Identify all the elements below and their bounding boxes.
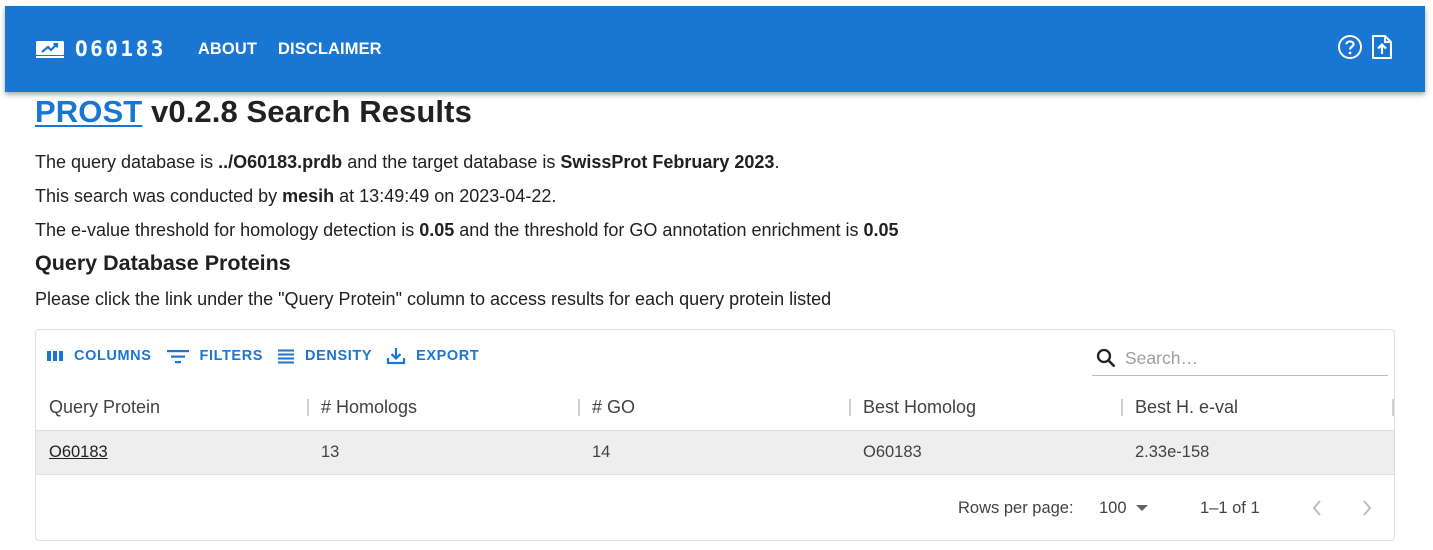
column-separator[interactable] [849, 399, 851, 416]
info-text: and the threshold for GO annotation enri… [454, 220, 864, 240]
brand-title: O60183 [75, 37, 166, 61]
next-page-button[interactable] [1355, 496, 1379, 520]
query-protein-link[interactable]: O60183 [49, 431, 108, 474]
column-header-best-homolog[interactable]: Best Homolog [863, 384, 976, 430]
threshold-info: The e-value threshold for homology detec… [35, 213, 1400, 247]
caret-down-icon [1135, 505, 1148, 511]
column-separator[interactable] [578, 399, 580, 416]
search-icon [1095, 347, 1117, 369]
export-label: EXPORT [416, 348, 480, 364]
info-text: The query database is [35, 152, 219, 172]
homologs-cell: 13 [321, 443, 340, 461]
column-separator[interactable] [1121, 399, 1123, 416]
info-text: . [774, 152, 780, 172]
info-text: and the target database is [342, 152, 561, 172]
column-separator[interactable] [1392, 399, 1394, 416]
page-title: PROST v0.2.8 Search Results [35, 93, 1400, 131]
query-proteins-grid: COLUMNS FILTERS DENSITY EXPORT Search… Q… [35, 329, 1395, 541]
best-evalue-cell: 2.33e-158 [1135, 443, 1210, 461]
prost-link[interactable]: PROST [35, 94, 142, 129]
brand-home-link[interactable]: O60183 [35, 37, 166, 61]
column-header-best-evalue[interactable]: Best H. e-val [1135, 384, 1238, 430]
previous-page-button[interactable] [1305, 496, 1329, 520]
grid-search [1092, 341, 1388, 376]
chevron-left-icon [1312, 500, 1321, 516]
section-note: Please click the link under the "Query P… [35, 289, 832, 309]
search-user: mesih [282, 186, 335, 206]
go-cell: 14 [592, 443, 611, 461]
columns-button[interactable]: COLUMNS [46, 348, 152, 364]
main-content: PROST v0.2.8 Search Results The query da… [35, 93, 1400, 317]
help-circle-icon[interactable] [1337, 34, 1363, 60]
best-homolog-cell: O60183 [863, 443, 922, 461]
nav-about[interactable]: ABOUT [198, 40, 257, 59]
filters-label: FILTERS [199, 348, 264, 364]
table-header: Query Protein # Homologs # GO Best Homol… [36, 384, 1394, 430]
rows-per-page-value: 100 [1099, 498, 1127, 517]
page-title-text: v0.2.8 Search Results [142, 94, 472, 129]
column-header-homologs[interactable]: # Homologs [321, 384, 417, 430]
density-button[interactable]: DENSITY [277, 348, 372, 364]
table-row[interactable]: O60183 13 14 O60183 2.33e-158 [36, 430, 1394, 475]
columns-icon [47, 351, 63, 361]
column-header-go[interactable]: # GO [592, 384, 635, 430]
info-text: The e-value threshold for homology detec… [35, 220, 420, 240]
info-text: This search was conducted by [35, 186, 283, 206]
nav-disclaimer[interactable]: DISCLAIMER [278, 40, 382, 59]
info-text: at 13:49:49 on 2023-04-22. [334, 186, 557, 206]
file-upload-icon[interactable] [1369, 34, 1395, 60]
pagination-range: 1–1 of 1 [1200, 499, 1260, 517]
density-icon [278, 349, 295, 364]
export-button[interactable]: EXPORT [386, 347, 479, 365]
app-bar: O60183 ABOUT DISCLAIMER [5, 6, 1425, 92]
download-icon [386, 348, 406, 365]
search-info: This search was conducted by mesih at 13… [35, 179, 1400, 213]
query-database: ../O60183.prdb [218, 152, 343, 172]
target-database: SwissProt February 2023 [560, 152, 775, 172]
grid-footer: Rows per page: 100 1–1 of 1 [36, 475, 1394, 540]
database-info: The query database is ../O60183.prdb and… [35, 145, 1400, 179]
section-title: Query Database Proteins [35, 251, 291, 275]
columns-label: COLUMNS [74, 348, 152, 364]
chart-trending-up-icon [35, 39, 65, 59]
chevron-right-icon [1363, 500, 1372, 516]
column-header-query-protein[interactable]: Query Protein [49, 384, 160, 430]
search-input[interactable] [1125, 347, 1365, 369]
go-threshold: 0.05 [863, 220, 899, 240]
evalue-threshold: 0.05 [419, 220, 455, 240]
column-separator[interactable] [307, 399, 309, 416]
rows-per-page-label: Rows per page: [958, 499, 1074, 517]
filters-button[interactable]: FILTERS [166, 347, 264, 365]
grid-toolbar: COLUMNS FILTERS DENSITY EXPORT [46, 347, 493, 365]
filter-icon [166, 350, 189, 364]
rows-per-page-select[interactable]: 100 [1099, 475, 1149, 541]
density-label: DENSITY [305, 348, 373, 364]
